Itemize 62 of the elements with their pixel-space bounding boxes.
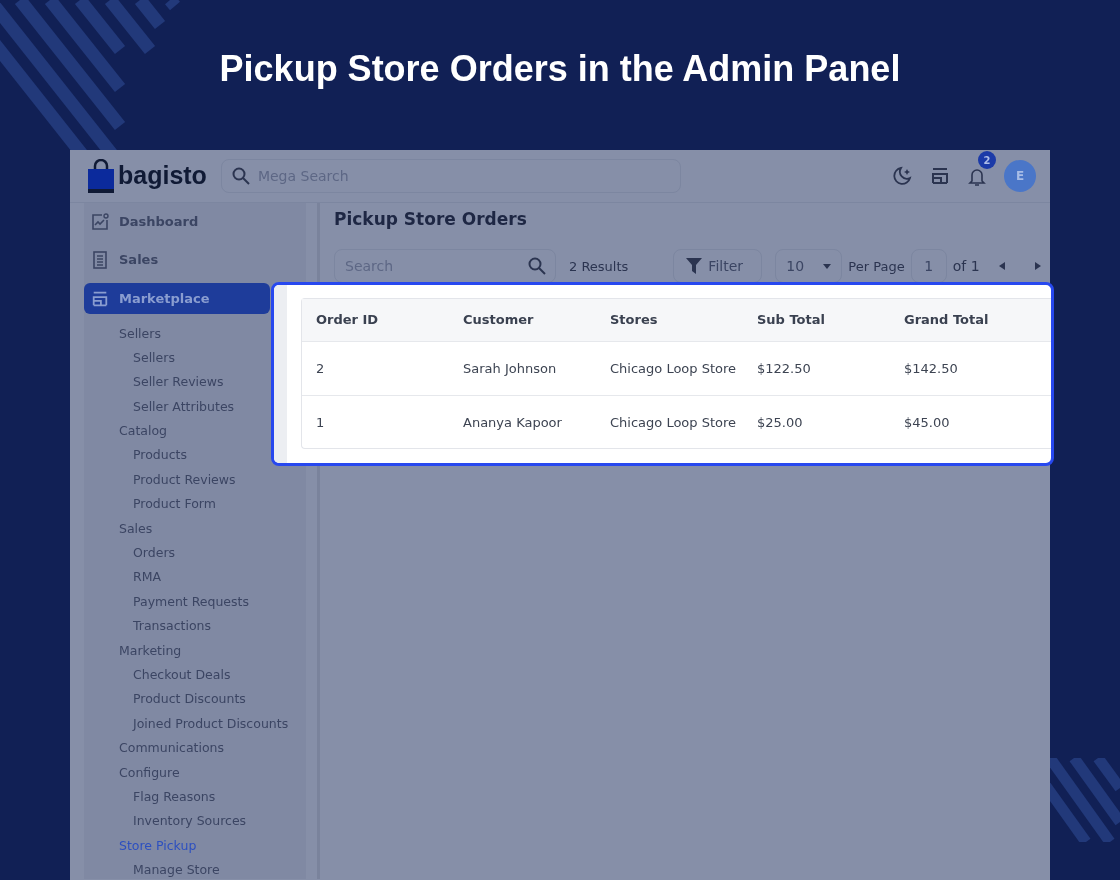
sidebar-item[interactable]: Inventory Sources xyxy=(133,809,247,834)
filter-icon xyxy=(686,258,703,275)
table-cell-text: Chicago Loop Store xyxy=(610,359,738,378)
bell-icon[interactable] xyxy=(968,166,986,187)
sidebar-item[interactable]: Product Discounts xyxy=(133,687,246,712)
table-cell-text: $25.00 xyxy=(757,414,804,433)
sidebar-item[interactable]: RMA xyxy=(133,565,162,590)
sidebar-item[interactable]: Manage Store xyxy=(133,858,220,880)
table-cell-text: $45.00 xyxy=(904,414,951,433)
table-cell-text: Chicago Loop Store xyxy=(610,414,738,433)
next-page-icon[interactable] xyxy=(1034,262,1041,271)
sidebar-item[interactable]: Products xyxy=(133,443,187,468)
avatar[interactable]: E xyxy=(1004,160,1036,192)
sidebar-item[interactable]: Transactions xyxy=(133,614,212,639)
sidebar-item[interactable]: Marketplace xyxy=(84,283,270,314)
sidebar-item[interactable]: Joined Product Discounts xyxy=(133,711,289,737)
previous-page-icon[interactable] xyxy=(998,262,1005,271)
table-cell-text: $142.50 xyxy=(904,359,959,378)
sidebar-item[interactable]: Dashboard xyxy=(84,206,270,237)
column-header: Stores xyxy=(610,311,659,330)
sidebar-item[interactable]: Sellers xyxy=(133,345,175,371)
sidebar-item[interactable]: Sellers xyxy=(119,321,161,346)
moon-icon[interactable] xyxy=(892,166,912,186)
notification-count: 2 xyxy=(978,151,996,169)
sidebar-item[interactable]: Store Pickup xyxy=(119,833,197,859)
sidebar-item[interactable]: Configure xyxy=(119,760,180,785)
sidebar-item[interactable]: Product Reviews xyxy=(133,467,236,493)
sidebar-item[interactable]: Sales xyxy=(119,516,153,541)
sidebar-item[interactable]: Checkout Deals xyxy=(133,662,231,688)
storefront-icon[interactable] xyxy=(930,166,950,186)
table-cell-text: Ananya Kapoor xyxy=(463,414,563,433)
sidebar-item[interactable]: Catalog xyxy=(119,419,167,444)
per-page-label: Per Page xyxy=(848,257,905,276)
table-cell-text: Sarah Johnson xyxy=(463,359,558,378)
chart-icon xyxy=(91,212,109,231)
sidebar-item[interactable]: Seller Attributes xyxy=(133,394,235,420)
column-header: Sub Total xyxy=(757,311,826,330)
table-cell-text: 2 xyxy=(316,359,326,378)
sidebar-item[interactable]: Marketing xyxy=(119,638,182,663)
column-header: Order ID xyxy=(316,311,380,330)
page-total: of 1 xyxy=(952,256,980,276)
column-header: Customer xyxy=(463,311,535,330)
banner-title: Pickup Store Orders in the Admin Panel xyxy=(219,47,901,91)
document-icon xyxy=(91,251,109,269)
table-cell-text: $122.50 xyxy=(757,359,812,378)
sidebar-item[interactable]: Communications xyxy=(119,736,225,761)
page-title: Pickup Store Orders xyxy=(334,209,528,230)
sidebar-item[interactable]: Seller Reviews xyxy=(133,370,224,395)
column-header: Grand Total xyxy=(904,311,990,330)
sidebar-item[interactable]: Sales xyxy=(84,244,270,276)
sidebar-item[interactable]: Product Form xyxy=(133,492,216,517)
search-icon xyxy=(528,257,546,276)
sidebar-item[interactable]: Payment Requests xyxy=(133,589,249,615)
results-count: 2 Results xyxy=(569,257,629,276)
search-icon xyxy=(231,167,250,185)
table-cell-text: 1 xyxy=(316,414,326,433)
shopping-bag-icon xyxy=(88,159,114,193)
sidebar-item[interactable]: Flag Reasons xyxy=(133,784,216,810)
storefront-icon xyxy=(91,289,109,308)
sidebar-item[interactable]: Orders xyxy=(133,541,176,566)
caret-icon xyxy=(823,263,832,269)
logo-text: bagisto xyxy=(118,160,207,192)
